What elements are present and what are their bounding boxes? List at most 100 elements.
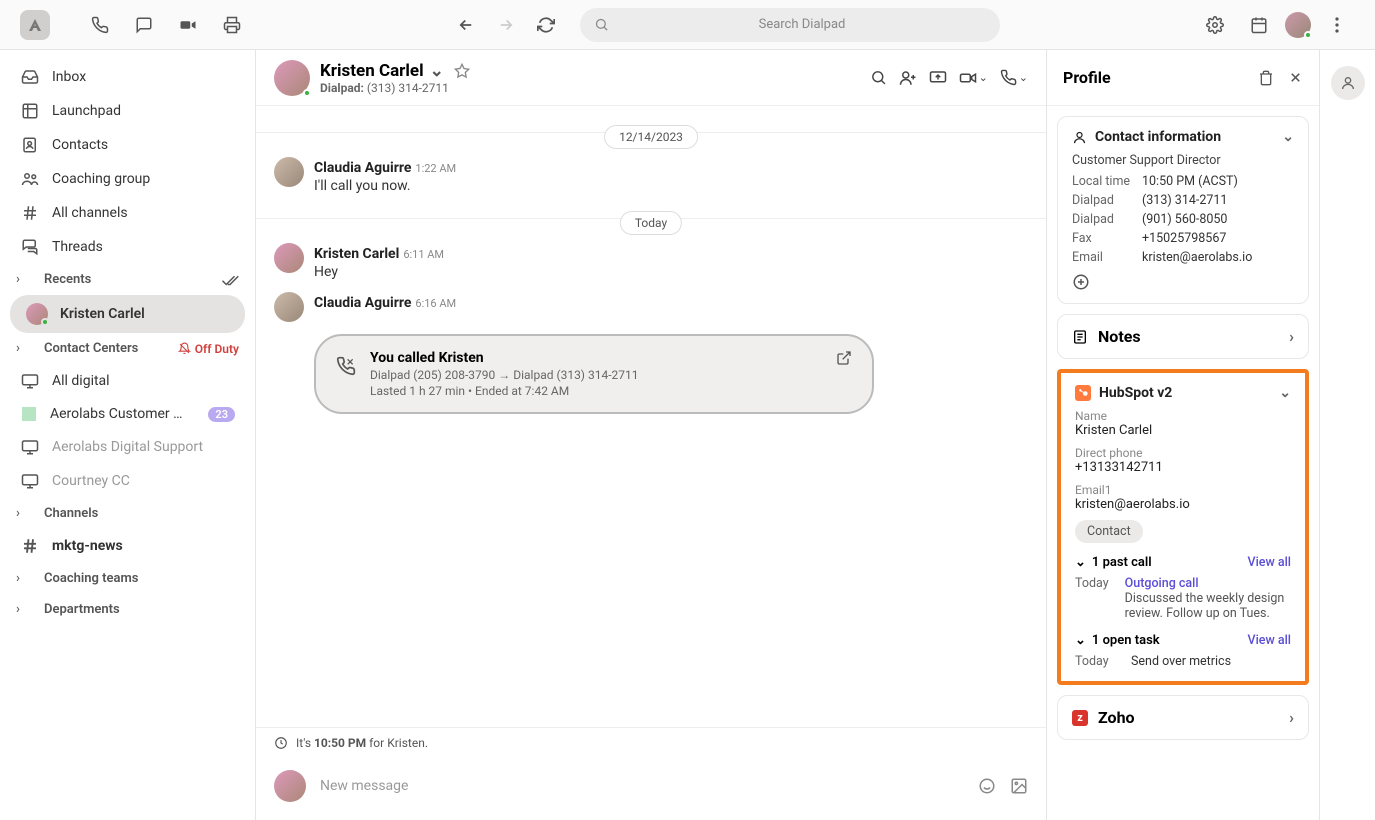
person-icon (1072, 130, 1087, 145)
screenshare-icon[interactable] (929, 69, 947, 87)
call-route: Dialpad (205) 208-3790 → Dialpad (313) 3… (370, 368, 639, 382)
chevron-right-icon: › (1289, 327, 1294, 346)
back-icon[interactable] (448, 7, 484, 43)
nav-launchpad[interactable]: Launchpad (4, 94, 251, 128)
section-channels[interactable]: ›Channels (4, 498, 251, 529)
app-logo[interactable] (20, 10, 50, 40)
nav-threads[interactable]: Threads (4, 230, 251, 264)
group-icon (20, 170, 40, 188)
chevron-down-icon[interactable]: ⌄ (1279, 385, 1291, 401)
zoho-card[interactable]: z Zoho › (1057, 695, 1309, 740)
image-icon[interactable] (1010, 777, 1028, 795)
add-person-icon[interactable] (899, 69, 917, 87)
chevron-right-icon: › (16, 272, 32, 287)
notes-card[interactable]: Notes › (1057, 314, 1309, 359)
date-divider: 12/14/2023 (604, 125, 698, 149)
calendar-icon[interactable] (1241, 7, 1277, 43)
contact-type-chip: Contact (1075, 520, 1143, 543)
sidebar: Inbox Launchpad Contacts Coaching group … (0, 50, 256, 820)
channel-mktg-news[interactable]: mktg-news (4, 529, 251, 563)
chevron-right-icon: › (16, 341, 32, 356)
settings-icon[interactable] (1197, 7, 1233, 43)
section-contact-centers[interactable]: ›Contact CentersOff Duty (4, 333, 251, 364)
conversation-title: Kristen Carlel (320, 61, 424, 81)
status-square-icon (22, 407, 36, 421)
clock-icon (274, 736, 288, 750)
nav-aerolabs-cs[interactable]: Aerolabs Customer Supp...23 (4, 398, 251, 430)
compose-input[interactable]: New message (320, 778, 964, 794)
delete-icon[interactable] (1258, 70, 1274, 86)
chevron-right-icon: › (1289, 708, 1294, 727)
sender-name: Claudia Aguirre (314, 295, 411, 311)
recent-contact[interactable]: Kristen Carlel (10, 295, 245, 333)
add-field-icon[interactable] (1072, 273, 1294, 291)
timestamp: 6:11 AM (403, 248, 444, 261)
more-icon[interactable] (1319, 7, 1355, 43)
phone-icon[interactable] (82, 7, 118, 43)
chevron-down-icon[interactable]: ⌄ (1282, 129, 1294, 145)
chevron-down-icon[interactable]: ⌄ (979, 71, 988, 84)
nav-inbox[interactable]: Inbox (4, 60, 251, 94)
nav-courtney-cc[interactable]: Courtney CC (4, 464, 251, 498)
emoji-icon[interactable] (978, 777, 996, 795)
unread-badge: 23 (208, 407, 235, 422)
hubspot-card-highlight: HubSpot v2⌄ Name Kristen Carlel Direct p… (1057, 369, 1309, 685)
star-icon[interactable] (454, 63, 470, 79)
call-title: You called Kristen (370, 350, 639, 366)
search-placeholder: Search Dialpad (619, 17, 986, 32)
compose-avatar (274, 770, 306, 802)
close-icon[interactable] (1288, 70, 1303, 86)
contacts-icon (20, 136, 40, 154)
message-icon[interactable] (126, 7, 162, 43)
nav-aerolabs-ds[interactable]: Aerolabs Digital Support (4, 430, 251, 464)
my-avatar[interactable] (1285, 12, 1311, 38)
hash-icon (20, 537, 40, 555)
contact-role: Customer Support Director (1072, 153, 1294, 168)
sender-name: Claudia Aguirre (314, 160, 411, 176)
timestamp: 6:16 AM (415, 297, 456, 310)
sender-avatar (274, 157, 304, 187)
profile-title: Profile (1063, 68, 1111, 87)
section-departments[interactable]: ›Departments (4, 594, 251, 625)
off-duty-badge[interactable]: Off Duty (178, 342, 239, 356)
monitor-icon (20, 472, 40, 490)
monitor-icon (20, 372, 40, 390)
message-body: I'll call you now. (314, 178, 456, 194)
search-convo-icon[interactable] (870, 69, 887, 86)
call-icon (336, 356, 356, 376)
nav-coaching-group[interactable]: Coaching group (4, 162, 251, 196)
view-all-link[interactable]: View all (1248, 633, 1291, 648)
right-rail (1319, 50, 1375, 820)
call-icon[interactable]: ⌄ (1000, 69, 1028, 86)
contact-rail-icon[interactable] (1331, 66, 1365, 100)
nav-all-digital[interactable]: All digital (4, 364, 251, 398)
nav-contacts[interactable]: Contacts (4, 128, 251, 162)
hash-icon (20, 204, 40, 222)
chevron-down-icon[interactable]: ⌄ (430, 61, 444, 81)
video-icon[interactable] (170, 7, 206, 43)
chevron-down-icon[interactable]: ⌄ (1019, 71, 1028, 84)
chevron-down-icon[interactable]: ⌄ (1075, 555, 1086, 570)
timezone-text: It's 10:50 PM for Kristen. (296, 736, 428, 750)
section-coaching-teams[interactable]: ›Coaching teams (4, 563, 251, 594)
forward-icon (488, 7, 524, 43)
contact-avatar (26, 303, 48, 325)
section-recents[interactable]: ›Recents (4, 264, 251, 295)
hubspot-icon (1075, 385, 1091, 401)
chevron-right-icon: › (16, 571, 32, 586)
call-meta: Lasted 1 h 27 min • Ended at 7:42 AM (370, 384, 639, 398)
video-call-icon[interactable]: ⌄ (959, 69, 988, 87)
print-icon[interactable] (214, 7, 250, 43)
conversation-avatar (274, 60, 310, 96)
date-divider: Today (620, 211, 682, 235)
refresh-icon[interactable] (528, 7, 564, 43)
global-search[interactable]: Search Dialpad (580, 8, 1000, 42)
zoho-icon: z (1072, 710, 1088, 726)
open-external-icon[interactable] (836, 350, 852, 366)
call-record-card[interactable]: You called Kristen Dialpad (205) 208-379… (314, 334, 874, 414)
chevron-down-icon[interactable]: ⌄ (1075, 633, 1086, 648)
view-all-link[interactable]: View all (1248, 555, 1291, 570)
mark-read-icon[interactable] (221, 273, 239, 287)
nav-all-channels[interactable]: All channels (4, 196, 251, 230)
sender-avatar (274, 292, 304, 322)
